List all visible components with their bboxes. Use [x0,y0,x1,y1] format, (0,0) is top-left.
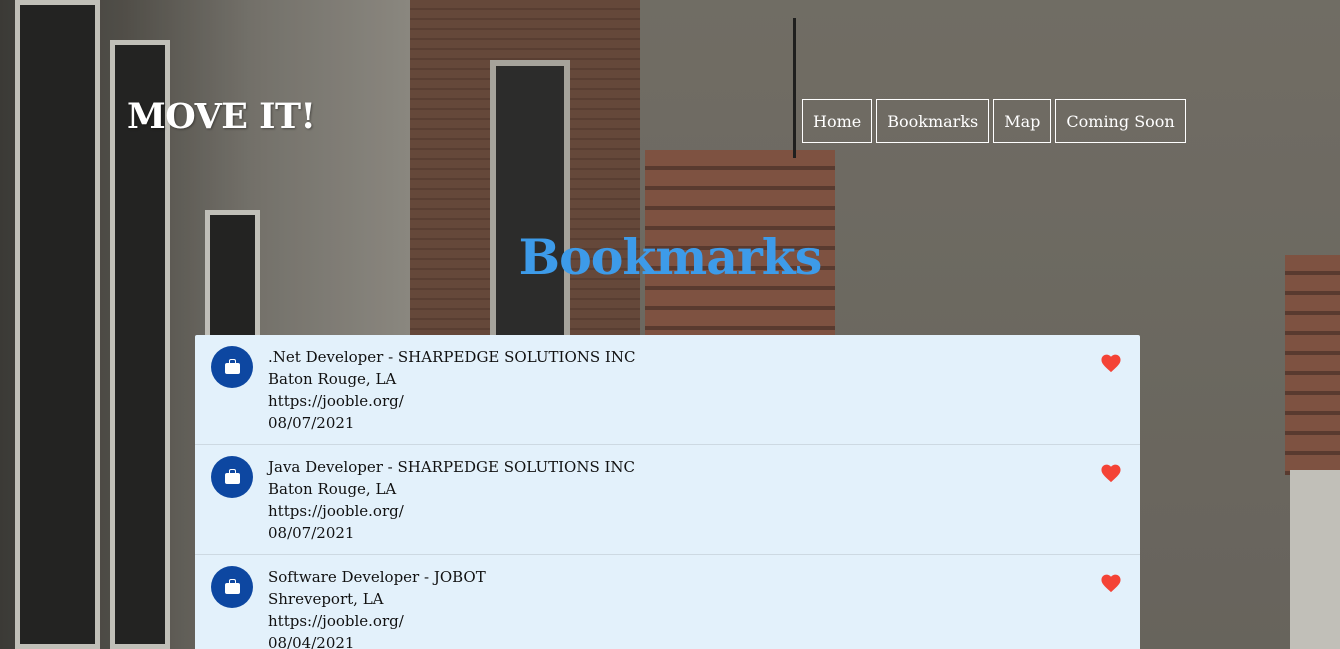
job-title: Software Developer - JOBOT [268,568,486,586]
page-title: Bookmarks [518,228,823,286]
heart-icon[interactable] [1100,353,1122,373]
nav-bookmarks-button[interactable]: Bookmarks [876,99,990,143]
main-nav: Home Bookmarks Map Coming Soon [802,99,1186,143]
job-title: .Net Developer - SHARPEDGE SOLUTIONS INC [268,348,636,366]
list-item[interactable]: .Net Developer - SHARPEDGE SOLUTIONS INC… [195,335,1140,445]
job-source-link[interactable]: https://jooble.org/ [268,610,1140,632]
job-source-link[interactable]: https://jooble.org/ [268,390,1140,412]
list-item[interactable]: Java Developer - SHARPEDGE SOLUTIONS INC… [195,445,1140,555]
bookmark-list: .Net Developer - SHARPEDGE SOLUTIONS INC… [195,335,1140,649]
briefcase-icon [211,346,253,388]
list-item[interactable]: Software Developer - JOBOT Shreveport, L… [195,555,1140,649]
job-location: Baton Rouge, LA [268,480,397,498]
job-source-link[interactable]: https://jooble.org/ [268,500,1140,522]
job-location: Shreveport, LA [268,590,384,608]
job-location: Baton Rouge, LA [268,370,397,388]
job-title: Java Developer - SHARPEDGE SOLUTIONS INC [268,458,636,476]
nav-coming-soon-button[interactable]: Coming Soon [1055,99,1186,143]
nav-home-button[interactable]: Home [802,99,873,143]
site-logo[interactable]: MOVE IT! [127,96,316,137]
briefcase-icon [211,456,253,498]
briefcase-icon [211,566,253,608]
nav-map-button[interactable]: Map [993,99,1052,143]
heart-icon[interactable] [1100,463,1122,483]
job-date: 08/07/2021 [268,524,355,542]
heart-icon[interactable] [1100,573,1122,593]
job-date: 08/04/2021 [268,634,355,649]
job-date: 08/07/2021 [268,414,355,432]
